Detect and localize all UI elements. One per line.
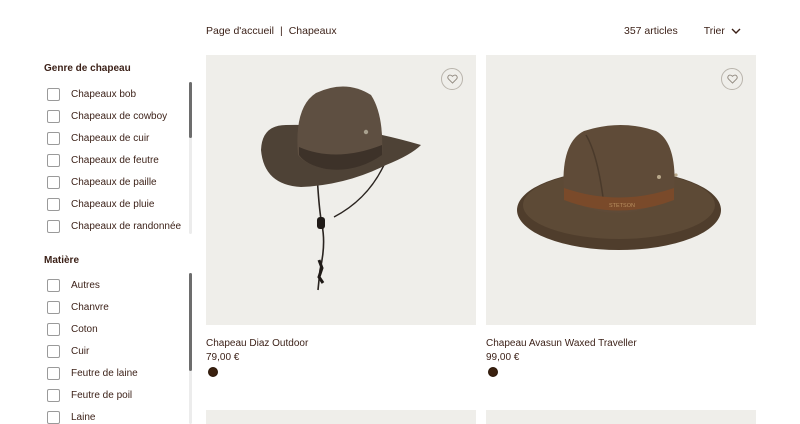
checkbox[interactable] xyxy=(47,410,60,424)
product-name[interactable]: Chapeau Diaz Outdoor xyxy=(206,338,308,349)
filter-option-label: Cuir xyxy=(71,345,90,357)
filter-option[interactable]: Chanvre xyxy=(44,296,194,318)
checkbox[interactable] xyxy=(47,131,60,145)
heart-icon xyxy=(446,74,458,84)
checkbox[interactable] xyxy=(47,153,60,167)
filter-option-label: Chapeaux de cuir xyxy=(71,132,150,144)
checkbox[interactable] xyxy=(47,278,60,292)
checkbox[interactable] xyxy=(47,197,60,211)
breadcrumb-current: Chapeaux xyxy=(288,25,337,37)
filter-option[interactable]: Chapeaux de cowboy xyxy=(44,105,194,127)
checkbox[interactable] xyxy=(47,366,60,380)
filter-option-label: Chanvre xyxy=(71,301,109,313)
product-card-peek[interactable] xyxy=(206,410,476,424)
filter-option[interactable]: Feutre de laine xyxy=(44,362,194,384)
heart-icon xyxy=(726,74,738,84)
checkbox[interactable] xyxy=(47,300,60,314)
checkbox[interactable] xyxy=(47,344,60,358)
filter-group-title-hat-type: Genre de chapeau xyxy=(44,63,131,74)
filter-scrollbar-material[interactable] xyxy=(189,273,192,424)
filter-option[interactable]: Chapeaux de paille xyxy=(44,171,194,193)
filter-option[interactable]: Coton xyxy=(44,318,194,340)
chevron-down-icon xyxy=(731,28,741,34)
checkbox[interactable] xyxy=(47,322,60,336)
filter-option-label: Chapeaux de cowboy xyxy=(71,110,168,122)
filter-option-label: Chapeaux de paille xyxy=(71,176,157,188)
filter-option[interactable]: Laine xyxy=(44,406,194,424)
filter-option-label: Feutre de poil xyxy=(71,389,133,401)
filter-option-label: Laine xyxy=(71,411,96,423)
filter-option[interactable]: Autres xyxy=(44,274,194,296)
filter-option-label: Chapeaux de feutre xyxy=(71,154,159,166)
checkbox[interactable] xyxy=(47,87,60,101)
scrollbar-thumb[interactable] xyxy=(189,82,192,138)
scrollbar-thumb[interactable] xyxy=(189,273,192,371)
results-count: 357 articles xyxy=(624,25,678,37)
filter-option[interactable]: Chapeaux de randonnée xyxy=(44,215,194,237)
color-swatch[interactable] xyxy=(208,367,218,377)
filter-option-label: Chapeaux bob xyxy=(71,88,137,100)
favorite-button[interactable] xyxy=(441,68,463,90)
svg-text:STETSON: STETSON xyxy=(609,203,635,209)
filter-group-title-material: Matière xyxy=(44,255,80,266)
filter-option-label: Chapeaux de pluie xyxy=(71,198,155,210)
breadcrumb-separator: | xyxy=(279,25,283,37)
color-swatch[interactable] xyxy=(488,367,498,377)
product-image[interactable] xyxy=(206,55,476,325)
outdoor-hat-image xyxy=(261,86,421,291)
filter-option[interactable]: Cuir xyxy=(44,340,194,362)
filter-option-label: Feutre de laine xyxy=(71,367,138,379)
product-price: 79,00 € xyxy=(206,352,240,363)
product-name[interactable]: Chapeau Avasun Waxed Traveller xyxy=(486,338,637,349)
checkbox[interactable] xyxy=(47,109,60,123)
sort-button[interactable]: Trier xyxy=(704,25,741,37)
filter-option-label: Chapeaux de randonnée xyxy=(71,220,182,232)
filter-option[interactable]: Chapeaux de pluie xyxy=(44,193,194,215)
product-card[interactable]: Chapeau Diaz Outdoor 79,00 € xyxy=(206,55,476,377)
filter-list-material: Autres Chanvre Coton Cuir Feutre de lain… xyxy=(44,274,194,424)
product-card-peek[interactable] xyxy=(486,410,756,424)
filter-option[interactable]: Chapeaux bob xyxy=(44,83,194,105)
filter-list-hat-type: Chapeaux bob Chapeaux de cowboy Chapeaux… xyxy=(44,83,194,237)
product-card[interactable]: STETSON Chapeau Avasun Waxed Traveller 9… xyxy=(486,55,756,377)
filter-option[interactable]: Chapeaux de feutre xyxy=(44,149,194,171)
filter-option[interactable]: Feutre de poil xyxy=(44,384,194,406)
product-price: 99,00 € xyxy=(486,352,520,363)
checkbox[interactable] xyxy=(47,219,60,233)
filter-option-label: Autres xyxy=(71,279,100,291)
filter-option-label: Coton xyxy=(71,323,98,335)
results-toolbar: 357 articles Trier xyxy=(624,25,741,37)
breadcrumb: Page d'accueil | Chapeaux xyxy=(206,25,337,37)
checkbox[interactable] xyxy=(47,388,60,402)
sort-label: Trier xyxy=(703,25,725,37)
filter-scrollbar-hat-type[interactable] xyxy=(189,82,192,234)
product-image[interactable]: STETSON xyxy=(486,55,756,325)
traveller-hat-image: STETSON xyxy=(517,125,721,250)
checkbox[interactable] xyxy=(47,175,60,189)
filter-option[interactable]: Chapeaux de cuir xyxy=(44,127,194,149)
favorite-button[interactable] xyxy=(721,68,743,90)
breadcrumb-home-link[interactable]: Page d'accueil xyxy=(206,25,274,37)
